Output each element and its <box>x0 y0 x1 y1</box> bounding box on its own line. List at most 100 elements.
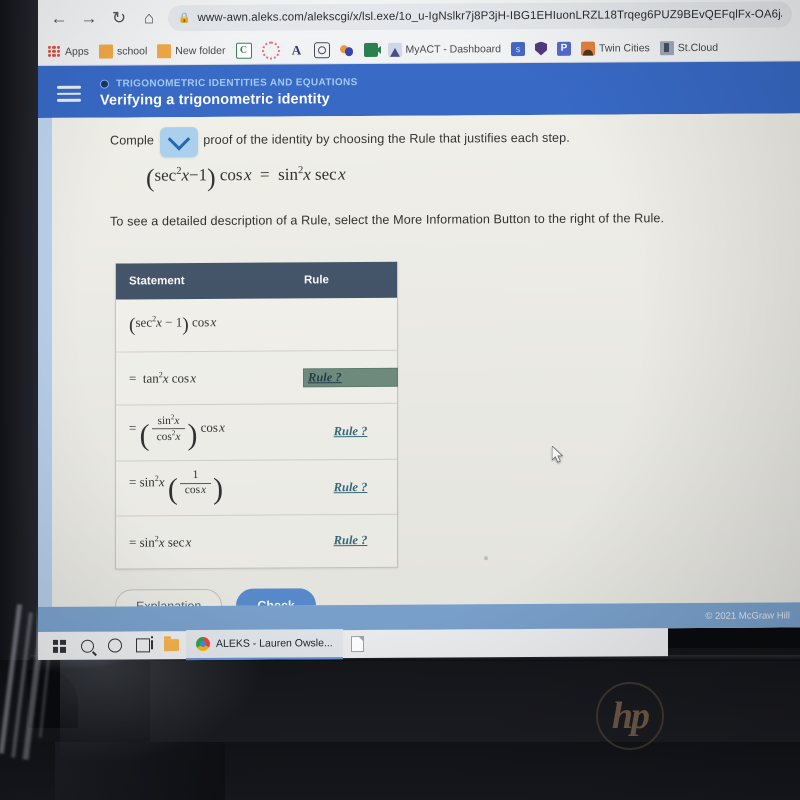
home-icon[interactable]: ⌂ <box>134 3 164 33</box>
letter-p-icon: P <box>557 41 572 56</box>
check-button[interactable]: Check <box>236 588 316 607</box>
taskbar-window-document[interactable] <box>345 631 371 657</box>
back-icon[interactable]: ← <box>44 4 74 34</box>
laptop-photo: hp ← → ↻ ⌂ 🔒 www-awn.aleks.com/alekscgi/… <box>0 0 800 800</box>
bookmark-letter-p[interactable]: P <box>554 41 574 56</box>
chrome-icon <box>196 636 210 652</box>
mouse-cursor <box>552 446 564 463</box>
rule-link[interactable]: Rule ? <box>331 532 371 549</box>
bookmark-people[interactable] <box>337 43 357 57</box>
rule-cell: Rule ? <box>304 423 397 441</box>
bookmark-label: New folder <box>175 44 226 57</box>
column-header-rule: Rule <box>304 274 329 287</box>
topic-line: TRIGONOMETRIC IDENTITIES AND EQUATIONS <box>100 77 358 90</box>
statement-cell: = sin2x (1 cos x) <box>129 469 224 507</box>
bookmark-shield[interactable] <box>532 41 550 55</box>
instruction-text-after: proof of the identity by choosing the Ru… <box>203 130 570 147</box>
aleks-header-titles: TRIGONOMETRIC IDENTITIES AND EQUATIONS V… <box>100 64 358 118</box>
bookmark-blue-s[interactable] <box>508 41 528 56</box>
search-icon[interactable] <box>74 633 100 659</box>
document-icon <box>351 636 365 653</box>
topic-bullet-icon <box>100 79 109 89</box>
footer-bar: © 2021 McGraw Hill <box>38 602 800 632</box>
gear-icon <box>313 41 330 58</box>
hp-logo: hp <box>596 682 664 750</box>
lock-icon: 🔒 <box>178 12 191 24</box>
folder-icon <box>157 43 172 58</box>
page-dot-marker <box>484 556 488 561</box>
address-bar-url: www-awn.aleks.com/alekscgi/x/lsl.exe/1o_… <box>197 8 782 25</box>
windows-start-icon[interactable] <box>46 633 72 659</box>
screen-bezel-left <box>0 0 40 660</box>
dotted-circle-icon <box>261 41 280 60</box>
laptop-screen: ← → ↻ ⌂ 🔒 www-awn.aleks.com/alekscgi/x/l… <box>38 0 800 632</box>
instruction-text-before: Comple <box>110 133 154 148</box>
chevron-down-icon[interactable] <box>160 127 198 158</box>
browser-toolbar: ← → ↻ ⌂ 🔒 www-awn.aleks.com/alekscgi/x/l… <box>38 0 800 38</box>
file-explorer-icon[interactable] <box>158 632 184 658</box>
reload-icon[interactable]: ↻ <box>104 3 134 33</box>
bookmark-dotted-circle[interactable] <box>259 41 283 60</box>
bookmark-letter-a[interactable]: A <box>287 41 307 57</box>
bookmark-apps[interactable]: Apps <box>44 44 92 58</box>
table-row: = tan2x cos x Rule ? <box>116 350 397 406</box>
camera-icon <box>363 42 378 57</box>
windows-taskbar: ALEKS - Lauren Owsle... <box>38 628 668 661</box>
statement-cell: = (sin2x cos2x) cos x <box>129 413 225 452</box>
exercise-page: Comple proof of the identity by choosing… <box>52 113 800 607</box>
copyright-text: © 2021 McGraw Hill <box>705 609 790 622</box>
assignment-title: Verifying a trigonometric identity <box>100 90 330 109</box>
folder-icon <box>98 44 113 59</box>
people-icon <box>340 43 354 57</box>
letter-a-icon: A <box>291 41 302 57</box>
bookmark-twin-cities[interactable]: Twin Cities <box>578 41 653 56</box>
column-header-statement: Statement <box>129 275 185 288</box>
task-view-icon[interactable] <box>130 632 156 658</box>
proof-table: Statement Rule (sec2x − 1) cos x = tan2x… <box>115 261 398 570</box>
bookmark-label: Apps <box>65 45 89 58</box>
taskbar-window-label: ALEKS - Lauren Owsle... <box>216 637 333 650</box>
rule-cell <box>304 324 397 325</box>
topic-label: TRIGONOMETRIC IDENTITIES AND EQUATIONS <box>116 76 358 90</box>
identity-equation: (sec2x−1) cos x = sin2x sec x <box>146 162 346 193</box>
bridge-icon <box>581 41 596 56</box>
rule-link[interactable]: Rule ? <box>331 423 371 440</box>
hamburger-menu-icon[interactable] <box>38 66 100 118</box>
address-bar[interactable]: 🔒 www-awn.aleks.com/alekscgi/x/lsl.exe/1… <box>168 1 792 32</box>
content-wrapper: Comple proof of the identity by choosing… <box>38 113 800 632</box>
bookmark-label: Twin Cities <box>599 41 650 55</box>
statement-cell: = sin2x sec x <box>129 533 192 550</box>
rule-link-selected[interactable]: Rule ? <box>304 368 397 386</box>
table-row: = sin2x sec x Rule ? <box>116 515 397 569</box>
aleks-header: TRIGONOMETRIC IDENTITIES AND EQUATIONS V… <box>38 61 800 118</box>
bookmark-new-folder[interactable]: New folder <box>154 43 228 58</box>
statement-cell: = tan2x cos x <box>129 370 196 386</box>
rule-cell: Rule ? <box>304 478 397 496</box>
bookmark-label: MyACT - Dashboard <box>405 42 502 56</box>
table-row: (sec2x − 1) cos x <box>116 297 397 353</box>
explanation-button[interactable]: Explanation <box>115 588 223 607</box>
bookmark-myact[interactable]: MyACT - Dashboard <box>385 42 505 57</box>
mountain-icon <box>387 42 402 57</box>
table-row: = sin2x (1 cos x) Rule ? <box>116 460 397 517</box>
canvas-c-icon: C <box>235 42 252 59</box>
bookmark-school[interactable]: school <box>96 44 150 59</box>
bookmark-canvas[interactable]: C <box>233 42 255 59</box>
instruction-line-1: Comple proof of the identity by choosing… <box>110 127 800 158</box>
table-row: = (sin2x cos2x) cos x Rule ? <box>116 403 397 462</box>
taskbar-window-aleks[interactable]: ALEKS - Lauren Owsle... <box>186 629 343 661</box>
bookmark-label: school <box>116 44 148 58</box>
rule-cell: Rule ? <box>304 368 397 386</box>
forward-icon[interactable]: → <box>74 4 104 34</box>
rule-link[interactable]: Rule ? <box>331 479 371 496</box>
blue-s-icon <box>511 41 526 56</box>
bookmark-camera[interactable] <box>361 42 381 57</box>
instruction-line-2: To see a detailed description of a Rule,… <box>110 211 665 229</box>
bookmark-stcloud[interactable]: St.Cloud <box>657 40 721 55</box>
bookmark-gear[interactable] <box>311 41 333 58</box>
table-header-row: Statement Rule <box>116 261 397 300</box>
cortana-circle-icon[interactable] <box>102 632 128 658</box>
shield-icon <box>535 41 547 55</box>
rule-cell: Rule ? <box>304 532 397 550</box>
bookmark-icon <box>659 40 674 55</box>
